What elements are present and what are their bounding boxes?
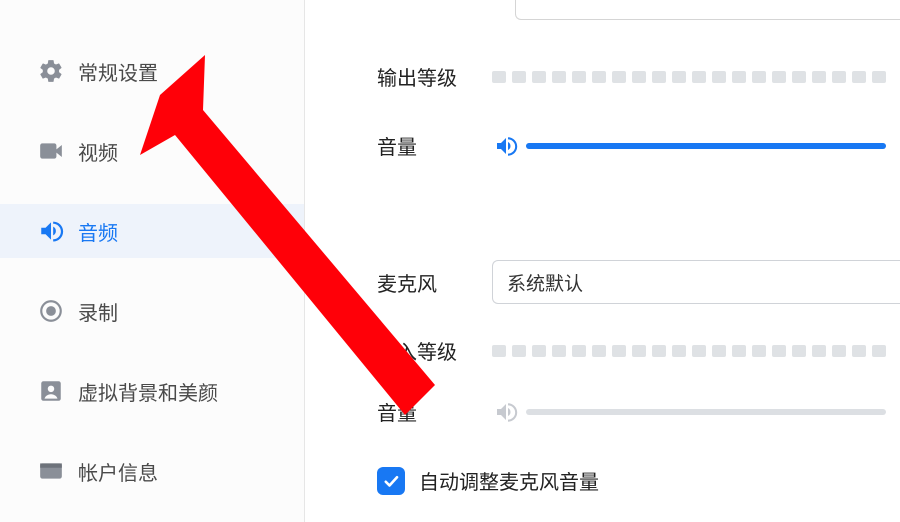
idcard-icon	[38, 458, 64, 484]
output-volume-label: 音量	[377, 131, 492, 160]
output-level-label: 输出等级	[377, 62, 492, 91]
input-volume-row: 音量	[305, 397, 900, 426]
input-level-label: 输入等级	[377, 336, 492, 365]
microphone-label: 麦克风	[377, 268, 492, 297]
microphone-device-select[interactable]: 系统默认	[492, 260, 900, 304]
sidebar-item-audio[interactable]: 音频	[0, 204, 304, 258]
speaker-icon	[38, 218, 64, 244]
sidebar-item-general[interactable]: 常规设置	[0, 44, 304, 98]
sidebar-item-record[interactable]: 录制	[0, 284, 304, 338]
settings-sidebar: 常规设置 视频 音频 录制 虚拟背景和美颜	[0, 0, 305, 522]
sidebar-item-label: 录制	[78, 297, 118, 326]
output-level-row: 输出等级	[305, 62, 900, 91]
input-volume-label: 音量	[377, 397, 492, 426]
output-level-meter	[492, 71, 892, 83]
input-volume-slider[interactable]	[526, 409, 886, 415]
auto-adjust-mic-row: 自动调整麦克风音量	[305, 466, 900, 495]
portrait-icon	[38, 378, 64, 404]
sidebar-item-label: 虚拟背景和美颜	[78, 377, 218, 406]
sidebar-item-account[interactable]: 帐户信息	[0, 444, 304, 498]
sidebar-item-virtual-background[interactable]: 虚拟背景和美颜	[0, 364, 304, 418]
settings-window: 设置 常规设置 视频 音频 录制	[0, 0, 900, 522]
microphone-device-row: 麦克风 系统默认	[305, 260, 900, 304]
camera-icon	[38, 138, 64, 164]
volume-muted-icon	[492, 400, 520, 424]
sidebar-item-label: 音频	[78, 217, 118, 246]
microphone-selected-value: 系统默认	[507, 269, 583, 296]
sidebar-item-label: 帐户信息	[78, 457, 158, 486]
volume-icon	[492, 134, 520, 158]
audio-settings-panel: 输出等级 音量 麦克风	[305, 0, 900, 522]
auto-adjust-mic-checkbox[interactable]	[377, 467, 405, 495]
sidebar-item-label: 常规设置	[78, 57, 158, 86]
input-level-meter	[492, 345, 892, 357]
record-icon	[38, 298, 64, 324]
output-volume-row: 音量	[305, 131, 900, 160]
sidebar-item-label: 视频	[78, 137, 118, 166]
auto-adjust-mic-label: 自动调整麦克风音量	[419, 466, 599, 495]
sidebar-item-video[interactable]: 视频	[0, 124, 304, 178]
gear-icon	[38, 58, 64, 84]
output-volume-slider[interactable]	[526, 143, 886, 149]
input-level-row: 输入等级	[305, 336, 900, 365]
